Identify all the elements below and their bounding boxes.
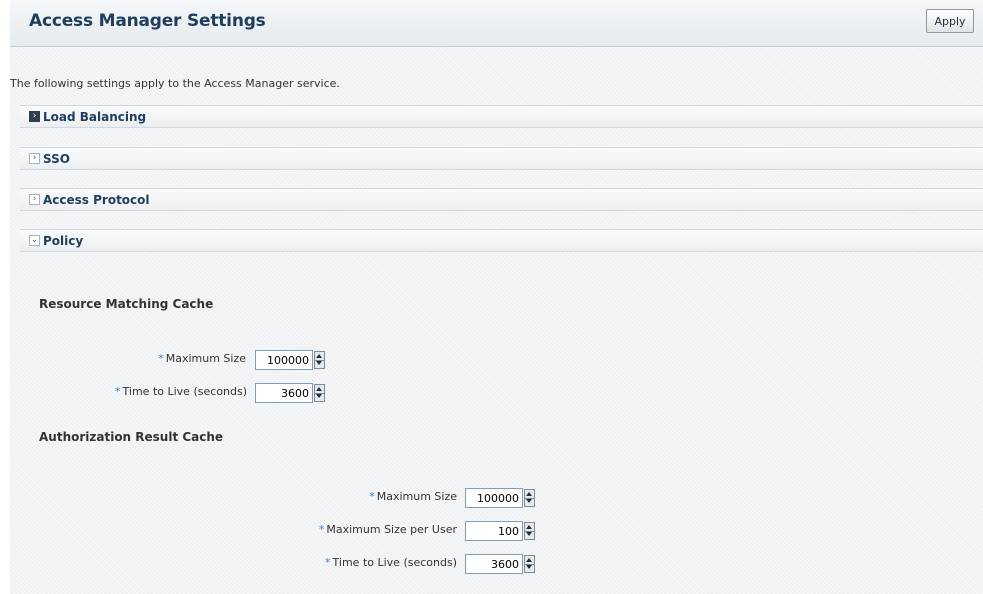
spin-buttons[interactable] — [524, 489, 535, 507]
intro-text: The following settings apply to the Acce… — [10, 77, 340, 90]
auth-max-size-label: * Maximum Size — [369, 490, 457, 503]
auth-max-size-input[interactable] — [465, 488, 523, 508]
auth-max-size-per-user-input[interactable] — [465, 521, 523, 541]
section-label-load-balancing: Load Balancing — [43, 110, 147, 124]
chevron-right-icon[interactable]: › — [29, 153, 40, 164]
spin-down-icon[interactable] — [315, 360, 324, 368]
required-marker: * — [325, 556, 331, 569]
required-marker: * — [369, 490, 375, 503]
section-label-sso: SSO — [43, 152, 70, 166]
section-label-access-protocol: Access Protocol — [43, 193, 150, 207]
spin-down-icon[interactable] — [525, 564, 534, 572]
resource-max-size-input[interactable] — [255, 350, 313, 370]
page-header: Access Manager Settings Apply — [10, 0, 983, 47]
spin-down-icon[interactable] — [315, 393, 324, 401]
section-access-protocol[interactable]: › Access Protocol — [20, 188, 983, 211]
spin-down-icon[interactable] — [525, 531, 534, 539]
spin-buttons[interactable] — [314, 351, 325, 369]
spin-buttons[interactable] — [524, 522, 535, 540]
required-marker: * — [115, 385, 121, 398]
required-marker: * — [318, 523, 325, 536]
resource-ttl-label: * Time to Live (seconds) — [115, 385, 247, 398]
section-label-policy: Policy — [43, 234, 84, 248]
auth-ttl-label: * Time to Live (seconds) — [325, 556, 457, 569]
chevron-down-icon[interactable]: ⌄ — [29, 235, 40, 246]
spin-buttons[interactable] — [524, 555, 535, 573]
spin-down-icon[interactable] — [525, 498, 534, 506]
section-policy[interactable]: ⌄ Policy — [20, 229, 983, 252]
required-marker: * — [158, 352, 164, 365]
settings-panel: Access Manager Settings Apply The follow… — [10, 0, 983, 594]
spin-buttons[interactable] — [314, 384, 325, 402]
authorization-cache-heading: Authorization Result Cache — [39, 430, 224, 444]
auth-max-size-per-user-label: * Maximum Size per User — [318, 523, 457, 536]
apply-button[interactable]: Apply — [926, 9, 974, 33]
section-sso[interactable]: › SSO — [20, 147, 983, 170]
chevron-right-icon[interactable]: › — [29, 194, 40, 205]
resource-ttl-input[interactable] — [255, 383, 313, 403]
section-load-balancing[interactable]: › Load Balancing — [20, 105, 983, 128]
resource-max-size-label: * Maximum Size — [158, 352, 246, 365]
resource-cache-heading: Resource Matching Cache — [39, 297, 214, 311]
chevron-right-icon[interactable]: › — [29, 111, 40, 122]
auth-ttl-input[interactable] — [465, 554, 523, 574]
page-title: Access Manager Settings — [29, 11, 266, 31]
